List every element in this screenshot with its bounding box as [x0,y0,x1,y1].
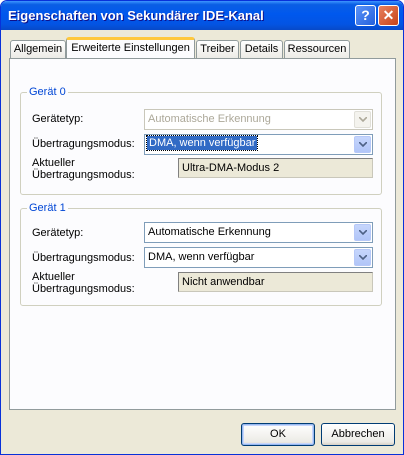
device-1-group-label: Gerät 1 [27,202,68,214]
device-0-group-label: Gerät 0 [27,86,68,98]
device-1-transfer-label: Übertragungsmodus: [32,252,135,264]
ok-button[interactable]: OK [241,423,315,446]
device-1-transfer-value: DMA, wenn verfügbar [148,251,255,263]
device-0-transfer-label: Übertragungsmodus: [32,138,135,150]
device-0-current-label-line1: Aktueller [32,157,75,169]
tab-allgemein[interactable]: Allgemein [10,40,66,58]
device-1-current-label-line1: Aktueller [32,271,75,283]
device-0-type-value: Automatische Erkennung [148,113,271,125]
chevron-down-icon[interactable] [354,111,371,128]
close-button[interactable]: ✕ [378,5,399,26]
device-0-current-mode-field: Ultra-DMA-Modus 2 [178,158,373,178]
tab-treiber[interactable]: Treiber [196,40,239,58]
device-1-current-label-line2: Übertragungsmodus: [32,283,135,295]
device-1-transfer-select[interactable]: DMA, wenn verfügbar [144,247,373,268]
device-0-transfer-value: DMA, wenn verfügbar [145,135,259,151]
tab-details[interactable]: Details [240,40,283,58]
properties-dialog: Eigenschaften von Sekundärer IDE-Kanal ?… [0,0,404,455]
device-0-transfer-select[interactable]: DMA, wenn verfügbar [144,134,373,155]
device-1-type-value: Automatische Erkennung [148,226,271,238]
cancel-button[interactable]: Abbrechen [321,423,395,446]
chevron-down-icon[interactable] [354,136,371,153]
title-bar[interactable]: Eigenschaften von Sekundärer IDE-Kanal ?… [1,1,403,30]
device-1-current-mode-field: Nicht anwendbar [178,272,373,292]
tab-panel: Gerät 0 Gerätetyp: Automatische Erkennun… [9,58,396,410]
device-0-current-mode-value: Ultra-DMA-Modus 2 [182,162,280,174]
device-1-type-label: Gerätetyp: [32,227,84,239]
device-0-current-label-line2: Übertragungsmodus: [32,169,135,181]
chevron-down-icon[interactable] [354,224,371,241]
tab-ressourcen[interactable]: Ressourcen [284,40,350,58]
help-button[interactable]: ? [355,5,376,26]
device-1-current-mode-value: Nicht anwendbar [182,276,265,288]
device-0-type-label: Gerätetyp: [32,113,84,125]
device-1-type-select[interactable]: Automatische Erkennung [144,222,373,243]
chevron-down-icon[interactable] [354,249,371,266]
device-0-type-select[interactable]: Automatische Erkennung [144,109,373,130]
tab-erweiterte-einstellungen[interactable]: Erweiterte Einstellungen [66,37,195,58]
window-title: Eigenschaften von Sekundärer IDE-Kanal [8,8,264,23]
